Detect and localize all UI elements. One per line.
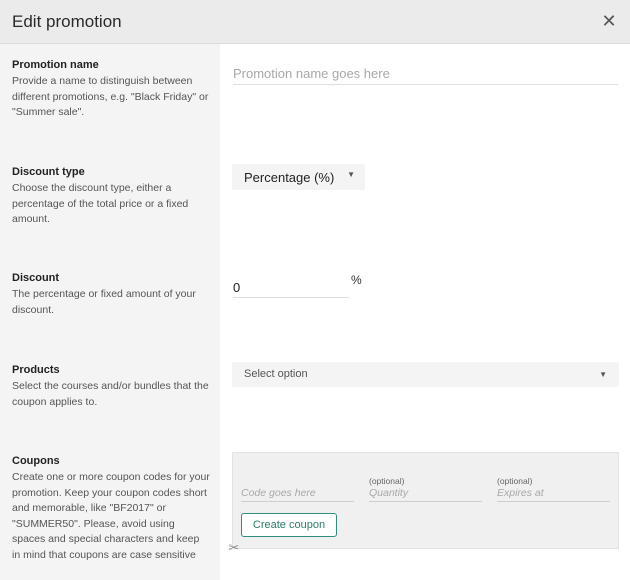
discount-unit: % [351, 273, 362, 287]
products-select[interactable]: Select option ▼ [232, 362, 619, 387]
modal-header: Edit promotion ✕ [0, 0, 630, 44]
modal-title: Edit promotion [12, 12, 122, 31]
coupon-expires-input[interactable] [497, 485, 610, 502]
discount-type-description: Choose the discount type, either a perce… [12, 182, 189, 225]
promotion-name-input[interactable] [233, 62, 618, 85]
coupons-title: Coupons [12, 455, 60, 467]
discount-type-title: Discount type [12, 166, 85, 178]
scissors-icon: ✂ [228, 540, 240, 555]
promotion-name-title: Promotion name [12, 59, 99, 71]
products-description: Select the courses and/or bundles that t… [12, 380, 209, 408]
coupon-quantity-input[interactable] [369, 485, 482, 502]
products-title: Products [12, 364, 60, 376]
caret-down-icon: ▼ [599, 370, 607, 379]
discount-input[interactable] [233, 277, 349, 298]
create-coupon-button[interactable]: Create coupon [241, 513, 337, 537]
coupons-description: Create one or more coupon codes for your… [12, 471, 210, 561]
coupon-code-input[interactable] [241, 485, 354, 502]
close-icon[interactable]: ✕ [598, 10, 620, 32]
caret-down-icon: ▼ [347, 170, 355, 179]
discount-type-selected: Percentage (%) [244, 170, 335, 185]
promotion-name-description: Provide a name to distinguish between di… [12, 75, 209, 118]
discount-title: Discount [12, 272, 60, 284]
discount-type-select[interactable]: Percentage (%) ▼ [232, 164, 365, 190]
products-selected: Select option [244, 368, 308, 380]
discount-description: The percentage or fixed amount of your d… [12, 288, 196, 316]
